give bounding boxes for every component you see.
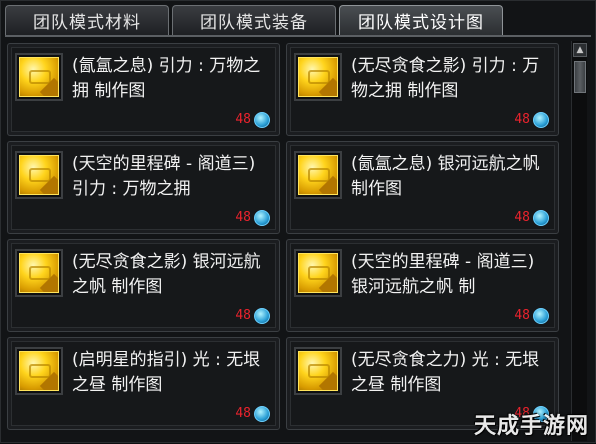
item-slot[interactable] — [294, 53, 342, 101]
item-name: (氤氲之息) 引力 : 万物之拥 制作图 — [72, 56, 261, 101]
item-slot[interactable] — [15, 347, 63, 395]
tab-team-materials[interactable]: 团队模式材料 — [5, 5, 169, 35]
item-name: (无尽贪食之力) 光 : 无垠之昼 制作图 — [351, 350, 540, 395]
item-name: (天空的里程碑 - 阁道三) 银河远航之帆 制 — [351, 252, 535, 297]
item-name: (无尽贪食之影) 银河远航之帆 制作图 — [72, 252, 261, 297]
coin-icon — [254, 308, 270, 324]
item-slot[interactable] — [294, 151, 342, 199]
blueprint-icon — [298, 57, 338, 97]
tab-team-equipment[interactable]: 团队模式装备 — [172, 5, 336, 35]
tab-team-blueprints[interactable]: 团队模式设计图 — [339, 5, 503, 35]
blueprint-icon — [19, 155, 59, 195]
scrollbar[interactable]: ▲ — [571, 41, 587, 441]
item-count: 48 — [514, 210, 530, 225]
coin-icon — [533, 308, 549, 324]
item-slot[interactable] — [15, 249, 63, 297]
item-count: 48 — [235, 308, 251, 323]
tab-divider — [5, 35, 591, 37]
item-card[interactable]: (无尽贪食之影) 银河远航之帆 制作图 48 — [7, 239, 280, 332]
watermark-logo: 天成手游网 — [473, 414, 589, 439]
item-card[interactable]: (氤氲之息) 银河远航之帆 制作图 48 — [286, 141, 559, 234]
coin-icon — [254, 112, 270, 128]
item-count: 48 — [514, 112, 530, 127]
scroll-up-button[interactable]: ▲ — [573, 43, 587, 57]
item-name: (氤氲之息) 银河远航之帆 制作图 — [351, 154, 540, 199]
blueprint-icon — [19, 351, 59, 391]
item-card[interactable]: (启明星的指引) 光 : 无垠之昼 制作图 48 — [7, 337, 280, 430]
item-count: 48 — [235, 112, 251, 127]
item-slot[interactable] — [15, 151, 63, 199]
item-grid: (氤氲之息) 引力 : 万物之拥 制作图 48 (无尽贪食之影) 引力 : 万物… — [5, 41, 563, 444]
blueprint-icon — [19, 57, 59, 97]
item-count: 48 — [514, 308, 530, 323]
blueprint-icon — [298, 253, 338, 293]
coin-icon — [254, 406, 270, 422]
item-name: (天空的里程碑 - 阁道三) 引力 : 万物之拥 — [72, 154, 256, 199]
coin-icon — [254, 210, 270, 226]
blueprint-icon — [298, 351, 338, 391]
item-card[interactable]: (天空的里程碑 - 阁道三) 银河远航之帆 制 48 — [286, 239, 559, 332]
item-card[interactable]: (天空的里程碑 - 阁道三) 引力 : 万物之拥 48 — [7, 141, 280, 234]
coin-icon — [533, 210, 549, 226]
item-slot[interactable] — [294, 347, 342, 395]
team-mode-window: 团队模式材料 团队模式装备 团队模式设计图 (氤氲之息) 引力 : 万物之拥 制… — [0, 0, 596, 443]
blueprint-icon — [19, 253, 59, 293]
item-name: (启明星的指引) 光 : 无垠之昼 制作图 — [72, 350, 261, 395]
item-slot[interactable] — [294, 249, 342, 297]
coin-icon — [533, 112, 549, 128]
scroll-thumb[interactable] — [574, 61, 586, 93]
item-count: 48 — [235, 210, 251, 225]
tab-bar: 团队模式材料 团队模式装备 团队模式设计图 — [5, 5, 591, 35]
item-slot[interactable] — [15, 53, 63, 101]
blueprint-icon — [298, 155, 338, 195]
item-count: 48 — [235, 406, 251, 421]
item-name: (无尽贪食之影) 引力 : 万物之拥 制作图 — [351, 56, 540, 101]
item-card[interactable]: (无尽贪食之影) 引力 : 万物之拥 制作图 48 — [286, 43, 559, 136]
item-card[interactable]: (氤氲之息) 引力 : 万物之拥 制作图 48 — [7, 43, 280, 136]
